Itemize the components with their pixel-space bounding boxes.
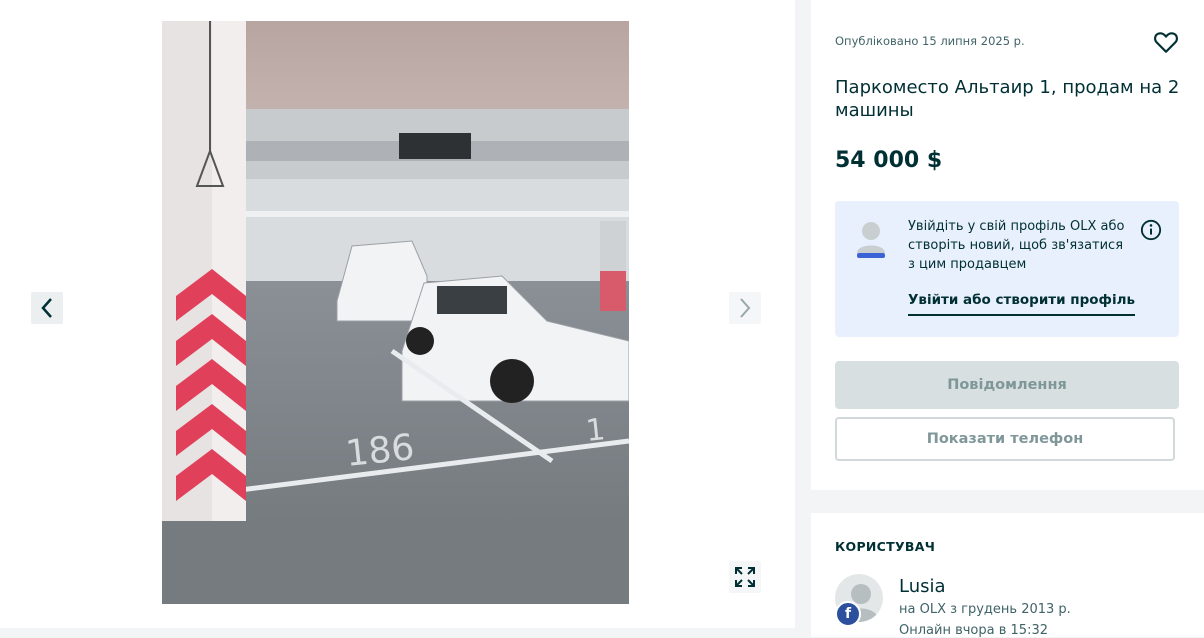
photo-gallery: 186 1 — [0, 0, 795, 628]
seller-last-online: Онлайн вчора в 15:32 — [899, 623, 1048, 638]
show-phone-button[interactable]: Показати телефон — [835, 417, 1175, 461]
published-date: Опубліковано 15 липня 2025 р. — [835, 34, 1025, 48]
info-icon[interactable] — [1140, 219, 1162, 241]
message-button[interactable]: Повідомлення — [835, 361, 1179, 409]
listing-info-panel: Опубліковано 15 липня 2025 р. Паркоместо… — [811, 0, 1204, 490]
listing-price: 54 000 $ — [835, 148, 943, 173]
seller-heading: КОРИСТУВАЧ — [835, 539, 936, 554]
login-prompt-box: Увійдіть у свій профіль OLX або створіть… — [835, 201, 1179, 337]
facebook-icon: f — [835, 601, 861, 627]
login-link[interactable]: Увійти або створити профіль — [908, 292, 1135, 316]
login-prompt-text: Увійдіть у свій профіль OLX або створіть… — [908, 219, 1125, 272]
prev-photo-button[interactable] — [31, 292, 63, 324]
heart-icon — [1154, 32, 1178, 53]
chevron-left-icon — [41, 298, 52, 318]
stall-number: 186 — [344, 427, 417, 475]
seller-panel: КОРИСТУВАЧ f Lusia на OLX з грудень 2013… — [811, 513, 1204, 638]
expand-icon — [735, 567, 755, 587]
expand-photo-button[interactable] — [729, 561, 761, 593]
next-photo-button[interactable] — [729, 292, 761, 324]
stall-number-partial: 1 — [584, 412, 607, 449]
listing-title: Паркоместо Альтаир 1, продам на 2 машины — [835, 77, 1180, 121]
parking-photo-illustration: 186 1 — [162, 21, 629, 604]
chevron-right-icon — [740, 298, 751, 318]
listing-photo[interactable]: 186 1 — [162, 21, 629, 604]
user-placeholder-icon — [857, 222, 885, 258]
seller-member-since: на OLX з грудень 2013 р. — [899, 602, 1071, 617]
favorite-button[interactable] — [1153, 29, 1179, 55]
seller-name[interactable]: Lusia — [899, 576, 946, 597]
